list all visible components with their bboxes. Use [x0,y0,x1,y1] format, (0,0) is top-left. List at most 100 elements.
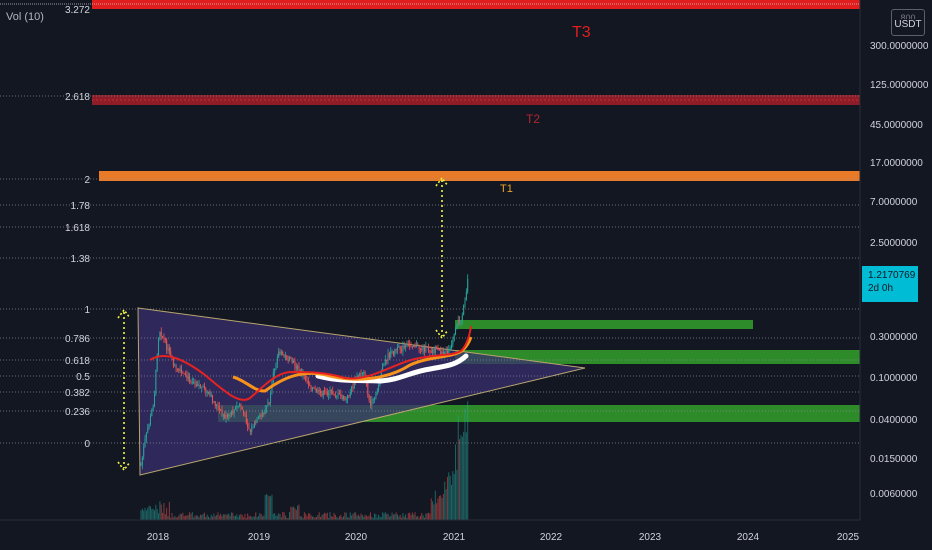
candle-body [351,386,353,392]
y-tick-label: 125.0000000 [870,80,929,91]
candle-body [268,402,270,404]
candle-body [433,348,435,354]
candle-body [311,387,313,390]
x-tick-label: 2025 [837,532,860,543]
volume-bar [222,514,224,520]
candle-body [151,410,153,417]
volume-bar [453,474,455,520]
volume-bar [437,498,439,520]
volume-bar [403,516,405,520]
candle-body [464,300,466,306]
volume-bar [275,515,277,520]
candle-body [141,456,143,465]
candle-body [360,373,362,375]
volume-bar [295,509,297,520]
volume-bar [426,513,428,520]
candle-body [295,366,297,369]
candle-body [168,347,170,352]
volume-bar [291,507,293,520]
volume-bar [388,516,390,520]
volume-bar [201,514,203,520]
candle-body [398,346,400,348]
volume-bar [382,512,384,520]
candle-body [449,348,451,350]
volume-bar [317,514,319,520]
volume-bar [344,512,346,520]
currency-badge[interactable]: 800 USDT [891,9,925,36]
candle-body [212,395,214,403]
candle-body [330,389,332,392]
candle-body [317,389,319,393]
candle-body [337,393,339,396]
volume-bar [392,514,394,520]
volume-bar [216,515,218,520]
volume-bar [293,506,295,520]
last-price-tag: 1.2170769 2d 0h [862,266,918,302]
price-chart[interactable]: 3.272 2.618 2 1.78 1.618 1.38 1 0.786 0.… [0,0,932,550]
candle-body [283,355,285,357]
volume-bar [155,504,157,520]
candle-body [313,387,315,389]
candle-body [375,393,377,399]
candle-body [345,398,347,400]
y-tick-label: 0.0400000 [870,415,918,426]
candle-body [348,395,350,397]
currency-label: USDT [894,19,922,30]
candle-body [429,351,431,353]
volume-bar [195,515,197,520]
candle-body [181,369,182,373]
candle-body [197,384,199,387]
volume-bar [171,513,173,520]
candle-body [434,348,436,354]
candle-body [338,393,340,395]
volume-bar [160,504,162,520]
time-axis[interactable]: 2018 2019 2020 2021 2022 2023 2024 2025 [147,532,860,543]
candle-body [432,348,434,353]
candle-body [205,388,207,393]
volume-bar [324,512,326,520]
candle-body [448,349,450,354]
candle-body [275,363,277,369]
candle-body [459,319,461,322]
candle-body [194,381,196,385]
candle-body [186,374,188,379]
volume-bar [334,514,336,520]
volume-indicator-label[interactable]: Vol (10) [6,11,44,23]
candle-body [216,405,218,407]
volume-bar [340,514,342,520]
volume-bar [154,510,155,520]
target-label-t1: T1 [500,183,513,195]
candle-body [411,346,413,348]
candle-body [347,395,349,399]
candle-body [349,391,351,397]
volume-bar [322,514,324,520]
volume-bar [264,495,266,520]
symmetrical-triangle [137,307,586,476]
volume-bar [330,516,332,520]
candle-body [390,351,392,358]
candle-body [287,359,289,361]
volume-bar [208,516,209,520]
volume-bar [166,507,168,520]
candle-body [413,345,415,348]
candle-body [241,406,243,410]
candle-body [293,361,295,363]
volume-bar [191,512,193,520]
bar-countdown: 2d 0h [868,283,894,294]
candle-body [386,359,388,362]
volume-bar [212,516,214,520]
volume-bar [318,512,320,520]
volume-bar [442,494,444,520]
candle-body [306,380,308,382]
candle-body [297,365,299,369]
candle-body [233,409,235,414]
candle-body [143,446,145,457]
candle-body [276,357,278,364]
candle-body [167,347,169,350]
candle-body [438,348,440,351]
volume-bar [357,514,359,520]
volume-bar [235,515,236,520]
volume-bar [351,515,353,520]
volume-bar [445,489,447,520]
candle-body [455,328,457,335]
